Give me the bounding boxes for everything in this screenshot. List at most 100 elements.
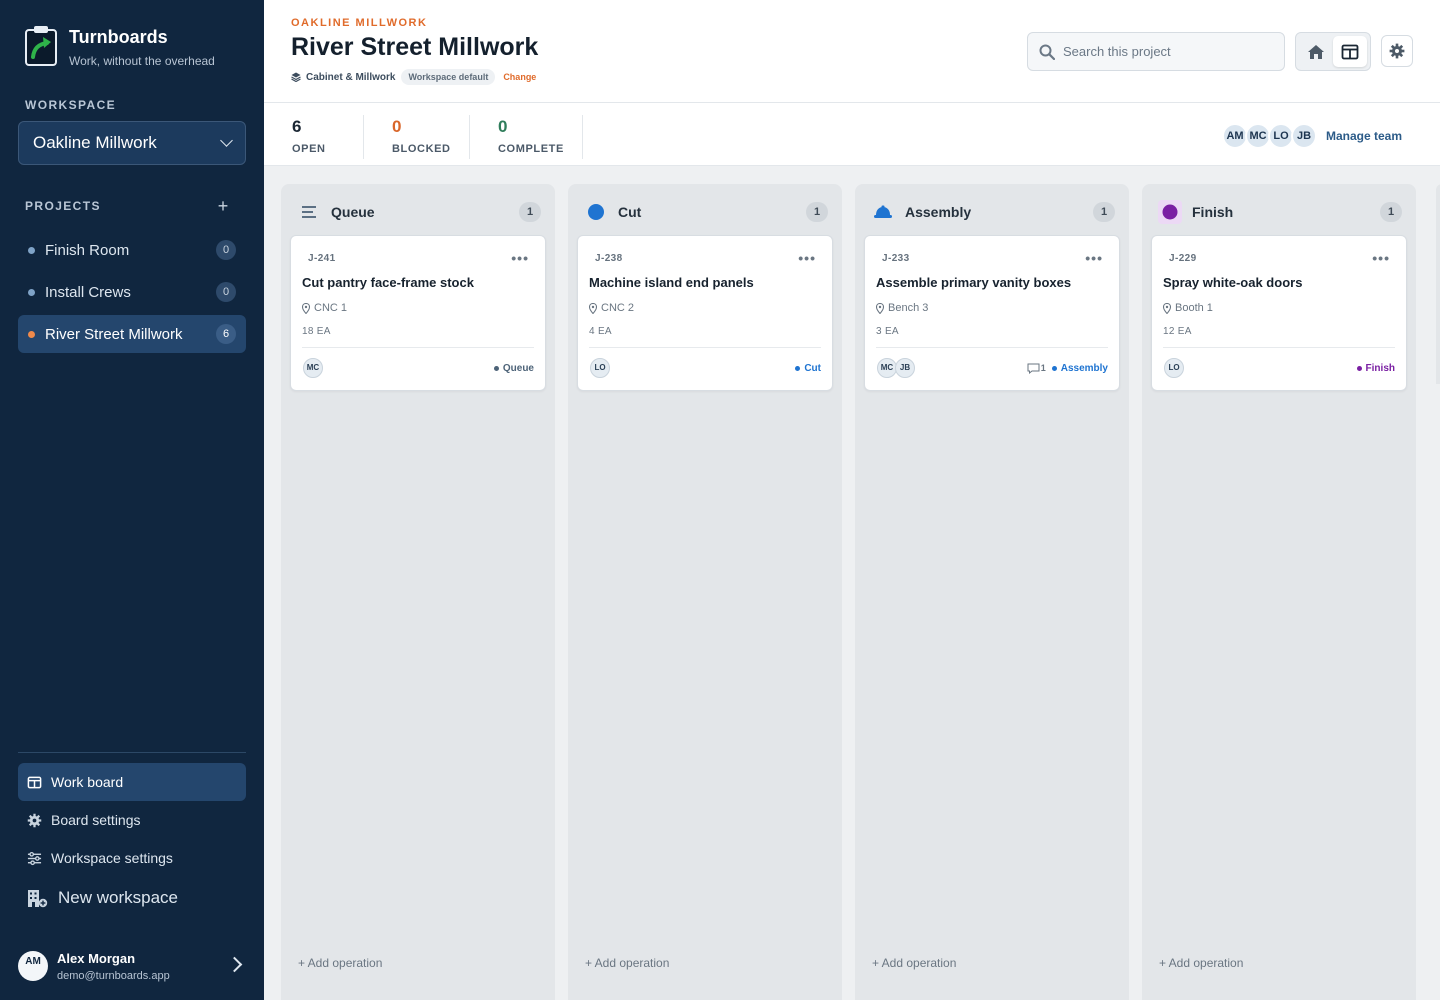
column-count: 1 (519, 202, 541, 222)
card-divider (1163, 347, 1395, 348)
column-title: Queue (331, 204, 375, 220)
map-pin-icon (302, 302, 310, 314)
status-label: Finish (1365, 362, 1395, 374)
building-add-icon (28, 889, 48, 907)
lines-icon (299, 202, 319, 222)
job-id: J-241 (308, 253, 336, 264)
column-header: Cut 1 (586, 202, 828, 222)
search-input[interactable] (1063, 44, 1273, 59)
avatar: LO (1164, 358, 1184, 378)
add-operation-button[interactable]: + Add operation (1159, 956, 1243, 970)
workspace-eyebrow: OAKLINE MILLWORK (291, 17, 428, 29)
board-view-button[interactable] (1333, 36, 1367, 67)
stat-label: BLOCKED (392, 143, 451, 155)
hardhat-icon (873, 202, 893, 222)
stat-complete: 0 COMPLETE (498, 117, 564, 155)
page-header: OAKLINE MILLWORK River Street Millwork C… (264, 0, 1440, 103)
job-quantity: 4 EA (589, 326, 612, 337)
change-category-link[interactable]: Change (503, 72, 536, 82)
job-card[interactable]: J-238 ••• Machine island end panels CNC … (577, 235, 833, 391)
nav-label: Workspace settings (51, 850, 173, 866)
project-meta: Cabinet & Millwork Workspace default Cha… (291, 69, 536, 85)
manage-team-link[interactable]: Manage team (1326, 129, 1402, 143)
team-summary: AM MC LO JB Manage team (1222, 123, 1402, 149)
workspace-default-badge: Workspace default (401, 69, 496, 85)
more-options-button[interactable]: ••• (1085, 250, 1103, 266)
column-title: Finish (1192, 204, 1234, 220)
project-search[interactable] (1027, 32, 1285, 71)
job-title: Machine island end panels (589, 275, 754, 290)
location-label: CNC 1 (314, 302, 348, 314)
job-quantity: 18 EA (302, 326, 331, 337)
view-toggle (1295, 32, 1371, 71)
clipboard-logo-icon (25, 26, 57, 66)
avatar[interactable]: JB (1291, 123, 1317, 149)
nav-workspace-settings[interactable]: Workspace settings (18, 839, 246, 877)
column-title: Cut (618, 204, 642, 220)
card-footer: MC JB 1 Assembly (877, 358, 1108, 378)
page-title: River Street Millwork (291, 33, 539, 61)
project-item-install-crews[interactable]: Install Crews 0 (18, 273, 246, 311)
avatar: JB (895, 358, 915, 378)
project-item-river-street-millwork[interactable]: River Street Millwork 6 (18, 315, 246, 353)
workspace-select-value: Oakline Millwork (33, 133, 157, 152)
job-card[interactable]: J-241 ••• Cut pantry face-frame stock CN… (290, 235, 546, 391)
status-label: Assembly (1060, 362, 1108, 374)
status-badge: Cut (795, 363, 821, 374)
nav-board-settings[interactable]: Board settings (18, 801, 246, 839)
job-location: Bench 3 (876, 302, 928, 314)
stat-blocked: 0 BLOCKED (392, 117, 451, 155)
column-queue: Queue 1 J-241 ••• Cut pantry face-frame … (281, 184, 555, 1000)
comment-icon (1027, 363, 1040, 374)
job-id: J-233 (882, 253, 910, 264)
status-dot (1051, 365, 1057, 371)
nav-new-workspace[interactable]: New workspace (18, 879, 246, 917)
card-divider (589, 347, 821, 348)
sidebar: Turnboards Work, without the overhead WO… (0, 0, 264, 1000)
add-project-button[interactable]: + (215, 196, 231, 216)
more-options-button[interactable]: ••• (1372, 250, 1390, 266)
add-operation-button[interactable]: + Add operation (298, 956, 382, 970)
user-name: Alex Morgan (57, 950, 136, 966)
project-settings-button[interactable] (1381, 35, 1413, 67)
location-label: Booth 1 (1175, 302, 1213, 314)
column-count: 1 (1380, 202, 1402, 222)
brand[interactable]: Turnboards Work, without the overhead (24, 24, 215, 68)
status-dot (795, 365, 801, 371)
category-label: Cabinet & Millwork (306, 71, 396, 83)
comment-count[interactable]: 1 (1027, 363, 1046, 374)
status-dot (1356, 365, 1362, 371)
project-item-finish-room[interactable]: Finish Room 0 (18, 231, 246, 269)
user-profile[interactable]: AM Alex Morgan demo@turnboards.app (18, 948, 252, 984)
workspace-label: WORKSPACE (25, 98, 117, 112)
status-label: Cut (804, 362, 821, 374)
job-card[interactable]: J-233 ••• Assemble primary vanity boxes … (864, 235, 1120, 391)
circle-icon (1158, 200, 1182, 224)
nav-label: Board settings (51, 812, 141, 828)
job-id: J-238 (595, 253, 623, 264)
home-view-button[interactable] (1299, 36, 1333, 67)
job-location: Booth 1 (1163, 302, 1213, 314)
location-label: Bench 3 (888, 302, 929, 314)
stat-value: 0 (392, 117, 402, 136)
card-divider (876, 347, 1108, 348)
gear-icon (1389, 43, 1405, 59)
location-label: CNC 2 (601, 302, 635, 314)
brand-name: Turnboards (69, 27, 168, 47)
more-options-button[interactable]: ••• (511, 250, 529, 266)
stat-divider (582, 115, 583, 159)
workspace-select[interactable]: Oakline Millwork (18, 121, 246, 165)
job-card[interactable]: J-229 ••• Spray white-oak doors Booth 1 … (1151, 235, 1407, 391)
sliders-icon (27, 851, 42, 865)
add-operation-button[interactable]: + Add operation (585, 956, 669, 970)
nav-work-board[interactable]: Work board (18, 763, 246, 801)
add-operation-button[interactable]: + Add operation (872, 956, 956, 970)
column-finish: Finish 1 J-229 ••• Spray white-oak doors… (1142, 184, 1416, 1000)
project-count: 6 (216, 324, 236, 344)
more-options-button[interactable]: ••• (798, 250, 816, 266)
avatar: MC (303, 358, 323, 378)
projects-label: PROJECTS (25, 199, 101, 213)
status-label: Queue (502, 362, 534, 374)
card-footer: LO Finish (1164, 358, 1395, 378)
column-title: Assembly (905, 204, 972, 220)
